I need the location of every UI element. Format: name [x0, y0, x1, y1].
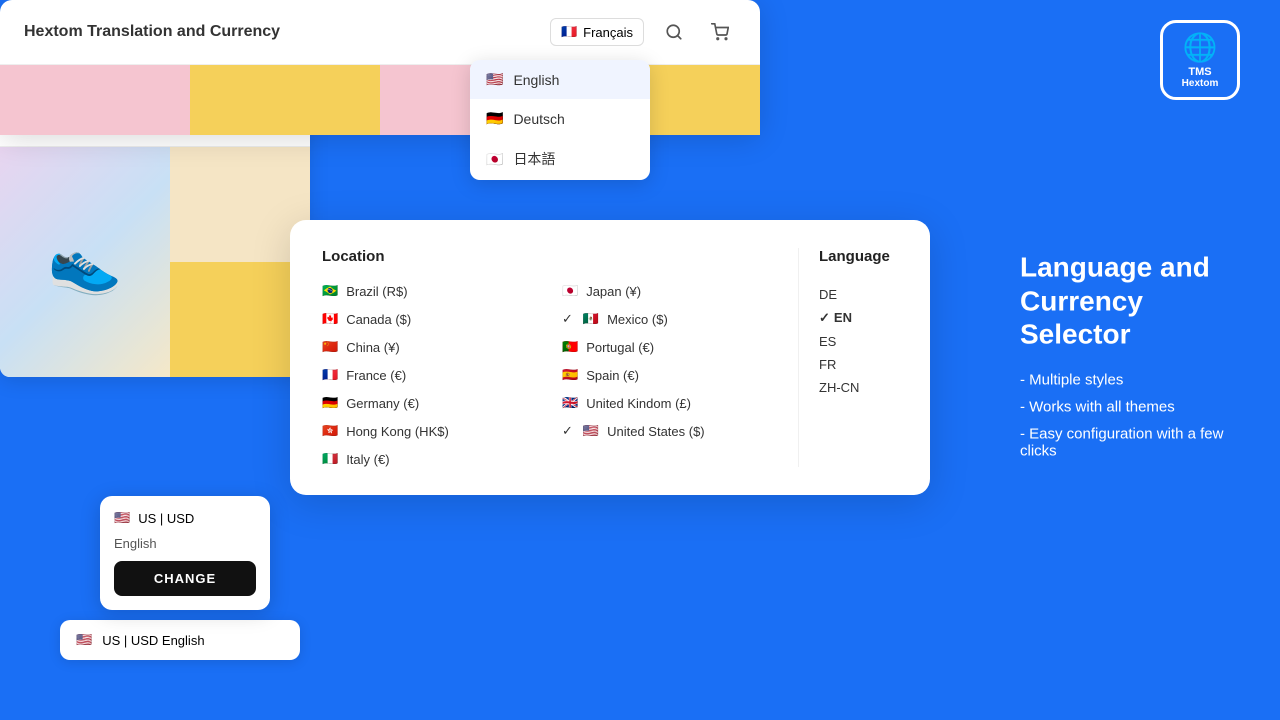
flag-portugal: 🇵🇹 — [562, 339, 578, 355]
lang-label-english: English — [513, 72, 559, 88]
modal-language: Language DE ✓EN ES FR ZH-CN — [798, 248, 898, 467]
french-flag: 🇫🇷 — [561, 24, 577, 40]
browser-nav-right: 🇫🇷 Français — [550, 16, 736, 48]
jp-flag: 🇯🇵 — [486, 151, 503, 168]
cart-btn[interactable] — [704, 16, 736, 48]
browser-window: Hextom Translation and Currency 🇫🇷 Franç… — [0, 0, 760, 135]
location-japan[interactable]: 🇯🇵 Japan (¥) — [562, 283, 778, 299]
location-france[interactable]: 🇫🇷 France (€) — [322, 367, 538, 383]
right-panel-heading: Language and Currency Selector — [1020, 251, 1240, 352]
right-panel: Language and Currency Selector - Multipl… — [1020, 251, 1240, 470]
product-thumb-2 — [170, 262, 310, 377]
search-btn[interactable] — [658, 16, 690, 48]
label-hongkong: Hong Kong (HK$) — [346, 424, 449, 439]
product-main-img: 👟 — [0, 147, 170, 377]
modal-sections: Location 🇧🇷 Brazil (R$) 🇯🇵 Japan (¥) 🇨🇦 … — [322, 248, 898, 467]
browser-header: Hextom Translation and Currency 🇫🇷 Franç… — [0, 0, 760, 65]
label-italy: Italy (€) — [346, 452, 389, 467]
label-china: China (¥) — [346, 340, 399, 355]
location-brazil[interactable]: 🇧🇷 Brazil (R$) — [322, 283, 538, 299]
lang-dropdown: 🇺🇸 English 🇩🇪 Deutsch 🇯🇵 日本語 — [470, 60, 650, 180]
location-italy[interactable]: 🇮🇹 Italy (€) — [322, 451, 538, 467]
flag-us: 🇺🇸 — [583, 423, 599, 439]
location-uk[interactable]: 🇬🇧 United Kindom (£) — [562, 395, 778, 411]
location-grid: 🇧🇷 Brazil (R$) 🇯🇵 Japan (¥) 🇨🇦 Canada ($… — [322, 283, 778, 467]
location-portugal[interactable]: 🇵🇹 Portugal (€) — [562, 339, 778, 355]
selector-currency-row: 🇺🇸 US | USD — [114, 510, 256, 526]
flag-japan: 🇯🇵 — [562, 283, 578, 299]
label-spain: Spain (€) — [586, 368, 639, 383]
selector-widget: 🇺🇸 US | USD English CHANGE — [100, 496, 270, 610]
flag-brazil: 🇧🇷 — [322, 283, 338, 299]
status-flag: 🇺🇸 — [76, 632, 92, 648]
location-title: Location — [322, 248, 778, 265]
location-hongkong[interactable]: 🇭🇰 Hong Kong (HK$) — [322, 423, 538, 439]
de-flag: 🇩🇪 — [486, 110, 503, 127]
product-thumb-1 — [170, 147, 310, 262]
flag-spain: 🇪🇸 — [562, 367, 578, 383]
hextom-label: Hextom — [1182, 78, 1219, 89]
location-spain[interactable]: 🇪🇸 Spain (€) — [562, 367, 778, 383]
tms-label: TMS — [1188, 66, 1211, 78]
lang-zhcn[interactable]: ZH-CN — [819, 376, 898, 399]
location-us[interactable]: ✓ 🇺🇸 United States ($) — [562, 423, 778, 439]
check-us: ✓ — [562, 423, 573, 439]
location-modal: Location 🇧🇷 Brazil (R$) 🇯🇵 Japan (¥) 🇨🇦 … — [290, 220, 930, 495]
status-label: US | USD English — [102, 633, 204, 648]
features-list: - Multiple styles - Works with all theme… — [1020, 371, 1240, 459]
flag-canada: 🇨🇦 — [322, 311, 338, 327]
selector-lang: English — [114, 536, 256, 551]
language-title: Language — [819, 248, 898, 265]
flag-italy: 🇮🇹 — [322, 451, 338, 467]
modal-location: Location 🇧🇷 Brazil (R$) 🇯🇵 Japan (¥) 🇨🇦 … — [322, 248, 778, 467]
product-images-inner: 👟 — [0, 147, 310, 377]
flag-china: 🇨🇳 — [322, 339, 338, 355]
us-flag-widget: 🇺🇸 — [114, 510, 130, 526]
product-img-2 — [190, 65, 380, 135]
lang-en[interactable]: ✓EN — [819, 306, 898, 330]
lang-fr[interactable]: FR — [819, 353, 898, 376]
location-china[interactable]: 🇨🇳 China (¥) — [322, 339, 538, 355]
lang-es[interactable]: ES — [819, 330, 898, 353]
label-canada: Canada ($) — [346, 312, 411, 327]
label-uk: United Kindom (£) — [586, 396, 691, 411]
label-mexico: Mexico ($) — [607, 312, 668, 327]
label-germany: Germany (€) — [346, 396, 419, 411]
check-mexico: ✓ — [562, 311, 573, 327]
current-lang-label: Français — [583, 25, 633, 40]
location-mexico[interactable]: ✓ 🇲🇽 Mexico ($) — [562, 311, 778, 327]
flag-france: 🇫🇷 — [322, 367, 338, 383]
label-japan: Japan (¥) — [586, 284, 641, 299]
lang-label-japanese: 日本語 — [513, 149, 555, 169]
change-button[interactable]: CHANGE — [114, 561, 256, 596]
status-bar: 🇺🇸 US | USD English — [60, 620, 300, 660]
globe-icon: 🌐 — [1183, 31, 1218, 64]
currency-label: US | USD — [138, 511, 194, 526]
tms-badge: 🌐 TMS Hextom — [1160, 20, 1240, 100]
en-checkmark: ✓ — [819, 310, 830, 325]
lang-option-english[interactable]: 🇺🇸 English — [470, 60, 650, 99]
label-us: United States ($) — [607, 424, 705, 439]
feature-item: - Multiple styles — [1020, 371, 1240, 388]
feature-item: - Easy configuration with a few clicks — [1020, 425, 1240, 459]
browser-title: Hextom Translation and Currency — [24, 23, 280, 41]
feature-item: - Works with all themes — [1020, 398, 1240, 415]
location-canada[interactable]: 🇨🇦 Canada ($) — [322, 311, 538, 327]
label-portugal: Portugal (€) — [586, 340, 654, 355]
product-img-1 — [0, 65, 190, 135]
label-france: France (€) — [346, 368, 406, 383]
inner-browser: Hextom Translation and Currency 👟 — [0, 105, 310, 377]
location-germany[interactable]: 🇩🇪 Germany (€) — [322, 395, 538, 411]
lang-option-deutsch[interactable]: 🇩🇪 Deutsch — [470, 99, 650, 138]
lang-de[interactable]: DE — [819, 283, 898, 306]
flag-hongkong: 🇭🇰 — [322, 423, 338, 439]
flag-mexico: 🇲🇽 — [583, 311, 599, 327]
lang-selector-btn[interactable]: 🇫🇷 Français — [550, 18, 644, 46]
flag-germany: 🇩🇪 — [322, 395, 338, 411]
flag-uk: 🇬🇧 — [562, 395, 578, 411]
lang-label-deutsch: Deutsch — [513, 111, 564, 127]
lang-option-japanese[interactable]: 🇯🇵 日本語 — [470, 138, 650, 180]
label-brazil: Brazil (R$) — [346, 284, 407, 299]
us-flag: 🇺🇸 — [486, 71, 503, 88]
